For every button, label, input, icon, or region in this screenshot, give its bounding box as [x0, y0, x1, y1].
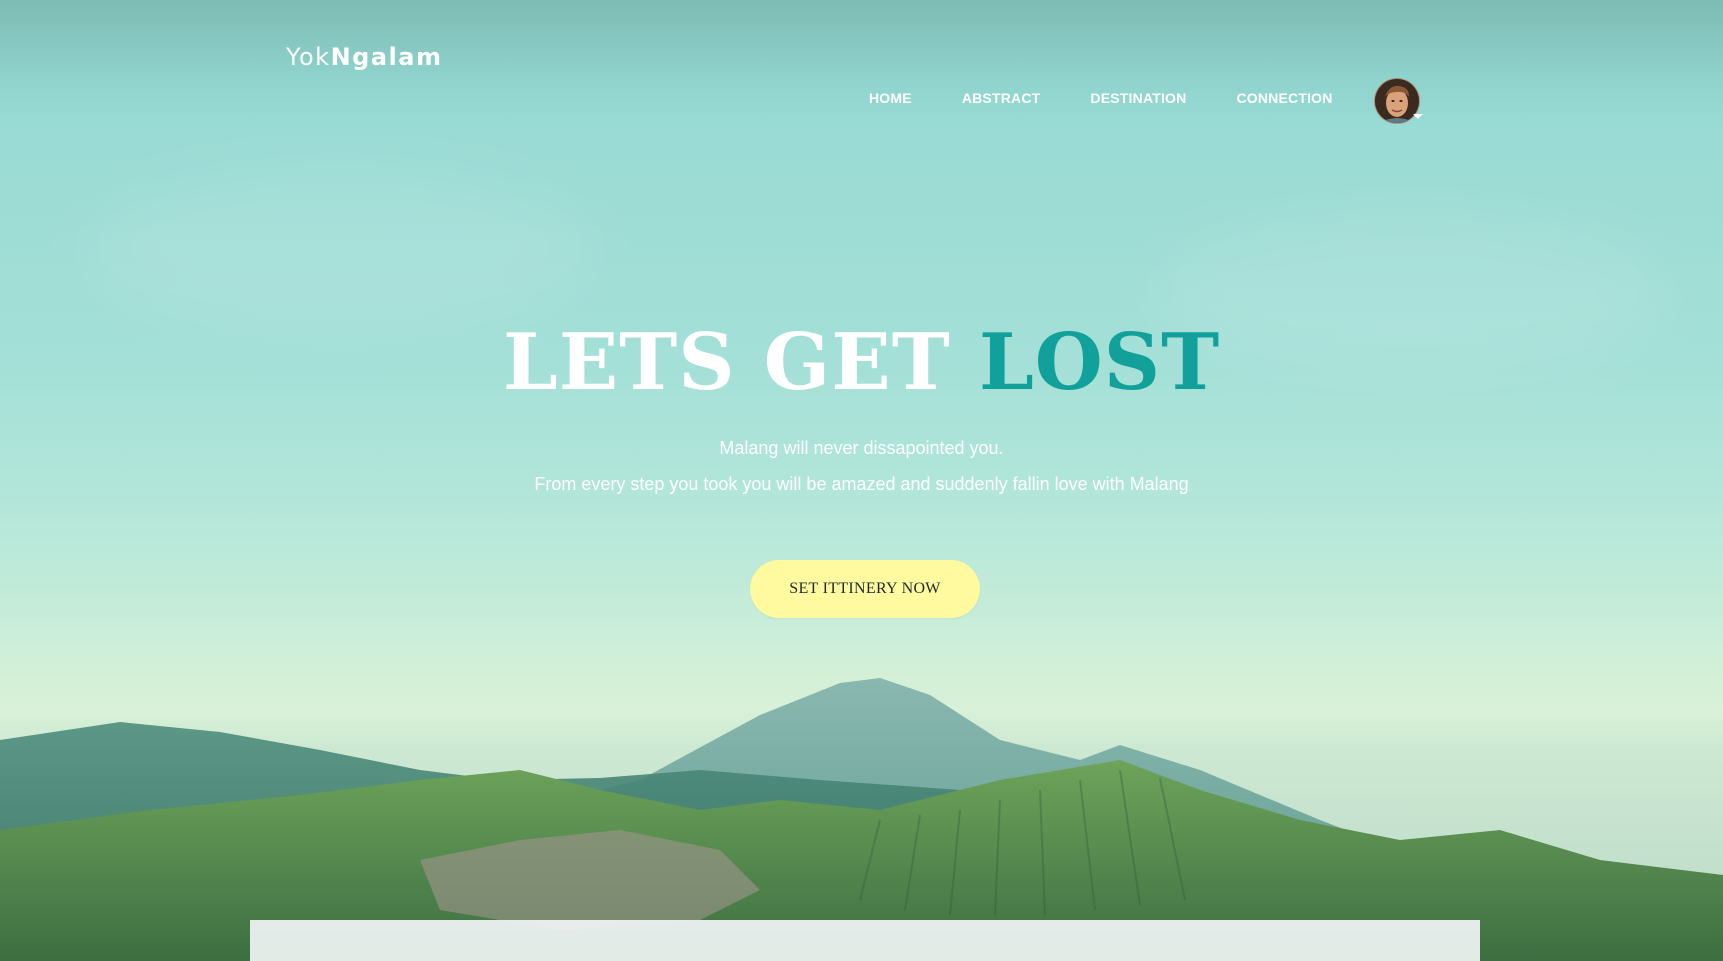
hero-top-shade: [0, 0, 1723, 130]
hero-subtitle-line1: Malang will never dissapointed you.: [719, 438, 1004, 458]
logo-text-light: Yok: [286, 43, 331, 71]
headline-part2: LOST: [978, 317, 1221, 408]
mountain-landscape: [0, 678, 1723, 961]
hero-section: YokNgalam HOME ABSTRACT DESTINATION CONN…: [0, 0, 1723, 961]
caret-down-icon[interactable]: [1413, 114, 1423, 119]
hero-subtitle-line2: From every step you took you will be ama…: [534, 474, 1189, 494]
nav-abstract[interactable]: ABSTRACT: [962, 90, 1041, 106]
site-logo[interactable]: YokNgalam: [286, 43, 442, 71]
cloud-haze: [80, 170, 600, 330]
main-nav: HOME ABSTRACT DESTINATION CONNECTION: [869, 90, 1333, 106]
nav-destination[interactable]: DESTINATION: [1090, 90, 1186, 106]
nav-home[interactable]: HOME: [869, 90, 912, 106]
nav-connection[interactable]: CONNECTION: [1236, 90, 1332, 106]
logo-text-bold: Ngalam: [330, 43, 443, 71]
headline-part1: LETS GET: [502, 317, 951, 408]
content-panel: [250, 920, 1480, 961]
set-itinerary-button[interactable]: SET ITTINERY NOW: [750, 560, 980, 618]
hero-headline: LETS GET LOST: [0, 318, 1723, 408]
